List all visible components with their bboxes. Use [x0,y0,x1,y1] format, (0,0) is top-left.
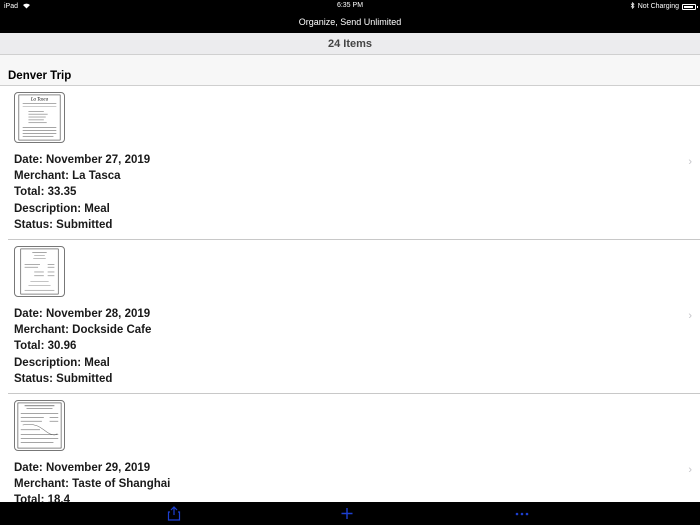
receipt-image-icon: La Tasca [18,94,61,141]
bluetooth-icon [630,1,635,11]
receipt-merchant: Merchant: Taste of Shanghai [14,478,171,491]
nav-title: Organize, Send Unlimited [0,12,700,33]
status-right: Not Charging [630,1,698,11]
receipt-total: Total: 30.96 [14,340,77,353]
receipt-details: Date: November 29, 2019 Merchant: Taste … [14,460,170,502]
share-icon[interactable] [166,506,182,521]
receipt-details: Date: November 27, 2019 Merchant: La Tas… [14,152,150,233]
receipt-status: Status: Submitted [14,218,113,231]
receipt-thumbnail[interactable] [14,400,65,451]
bottom-toolbar [0,502,700,525]
section-title: Denver Trip [8,70,72,82]
receipt-row[interactable]: Date: November 28, 2019 Merchant: Docksi… [8,240,700,394]
receipt-description: Description: Meal [14,356,110,369]
more-icon[interactable] [514,506,530,521]
chevron-right-icon[interactable]: › [688,156,692,168]
receipt-thumbnail[interactable]: La Tasca [14,92,65,143]
receipt-description: Description: Meal [14,202,110,215]
receipt-status: Status: Submitted [14,372,113,385]
chevron-right-icon[interactable]: › [688,310,692,322]
status-bar: iPad 6:35 PM Not Charging [0,0,700,12]
receipt-date: Date: November 28, 2019 [14,308,151,320]
battery-icon [682,3,698,10]
receipt-list[interactable]: La Tasca Date: November 27, 2019 Merchan… [0,86,700,502]
receipt-date: Date: November 27, 2019 [14,154,151,166]
receipt-merchant: Merchant: La Tasca [14,170,121,183]
receipt-image-icon [20,248,59,295]
chevron-right-icon[interactable]: › [688,464,692,476]
receipt-total: Total: 33.35 [14,186,77,199]
receipt-row[interactable]: La Tasca Date: November 27, 2019 Merchan… [8,86,700,240]
status-time: 6:35 PM [336,2,364,9]
receipt-date: Date: November 29, 2019 [14,462,151,474]
section-header: Denver Trip [0,55,700,86]
item-count: 24 Items [0,33,700,55]
receipt-image-icon [17,402,62,449]
receipt-row[interactable]: Date: November 29, 2019 Merchant: Taste … [8,394,700,502]
receipt-total: Total: 18.4 [14,494,71,502]
receipt-thumbnail[interactable] [14,246,65,297]
plus-icon[interactable] [339,506,355,521]
battery-status-text: Not Charging [637,3,679,10]
receipt-merchant: Merchant: Dockside Cafe [14,324,152,337]
battery-level [684,5,693,8]
svg-text:La Tasca: La Tasca [30,98,49,103]
receipt-details: Date: November 28, 2019 Merchant: Docksi… [14,306,151,387]
